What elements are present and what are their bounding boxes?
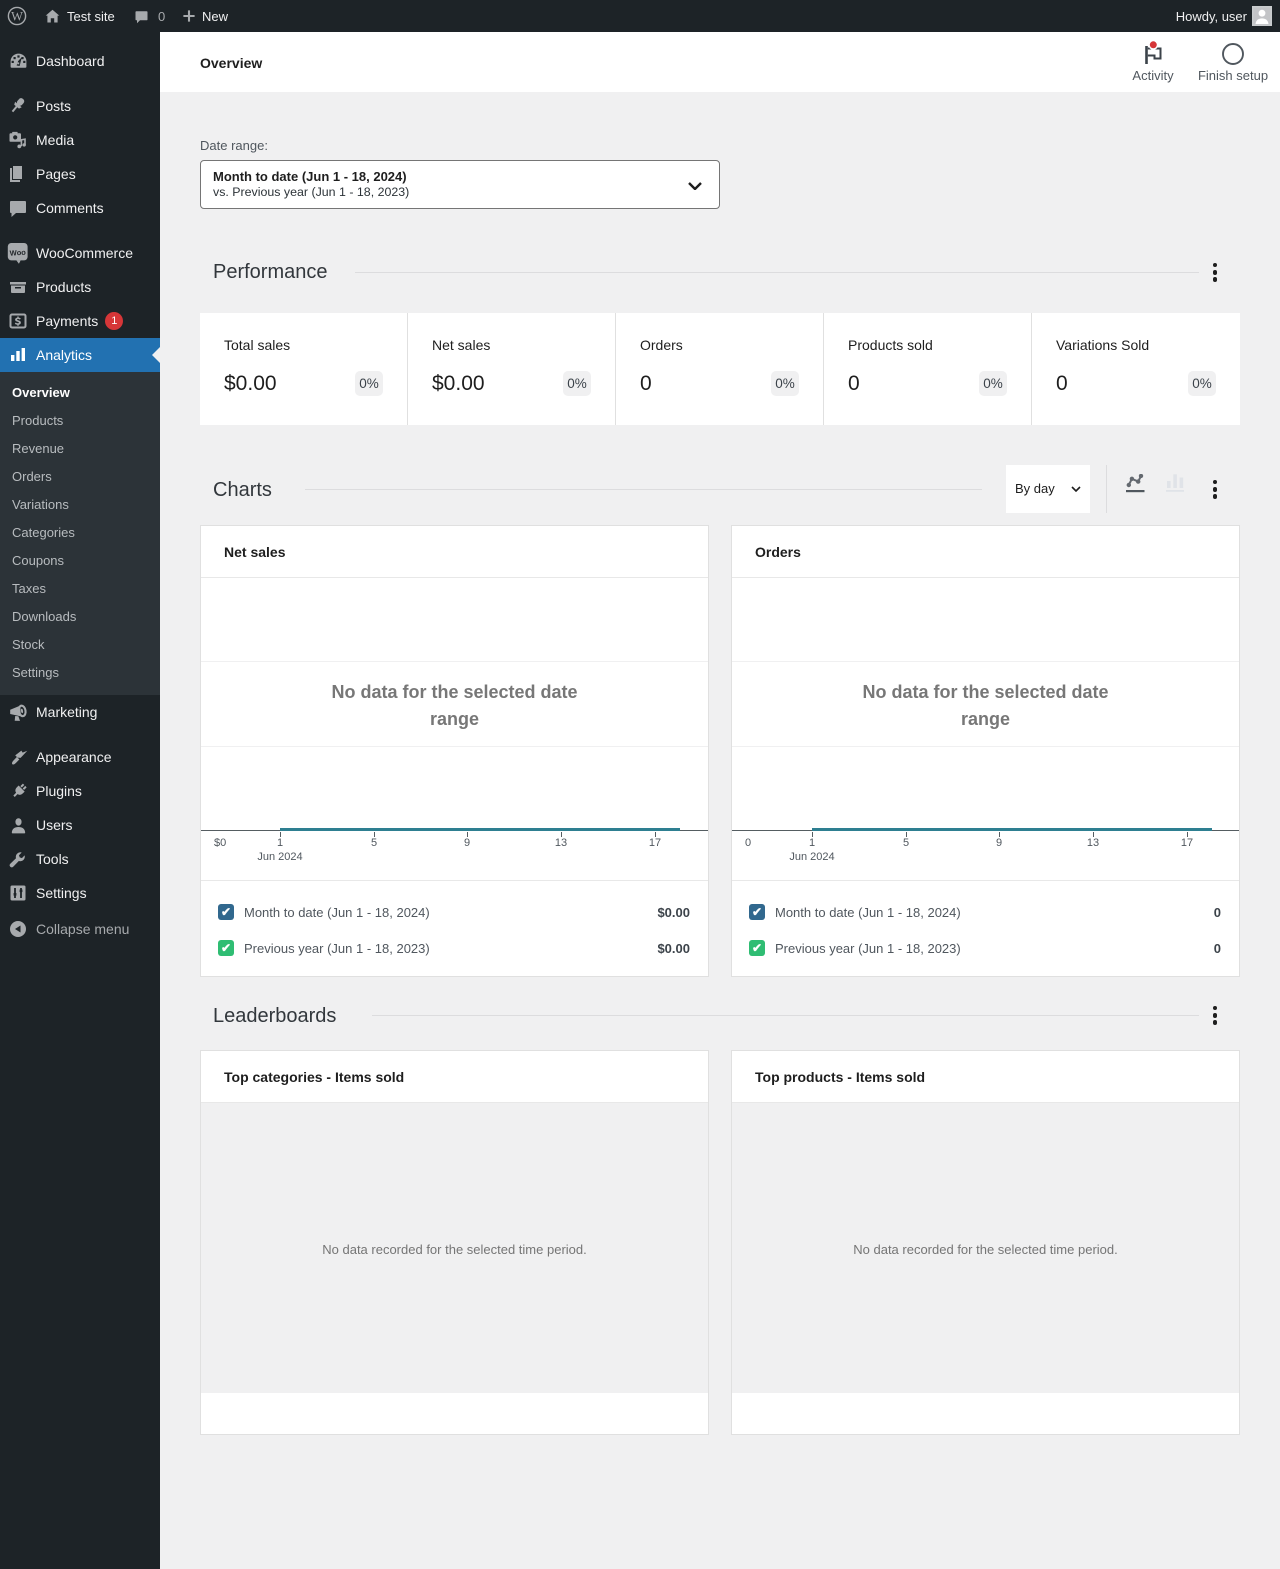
- svg-text:Woo: Woo: [9, 248, 26, 258]
- svg-text:W: W: [11, 9, 23, 23]
